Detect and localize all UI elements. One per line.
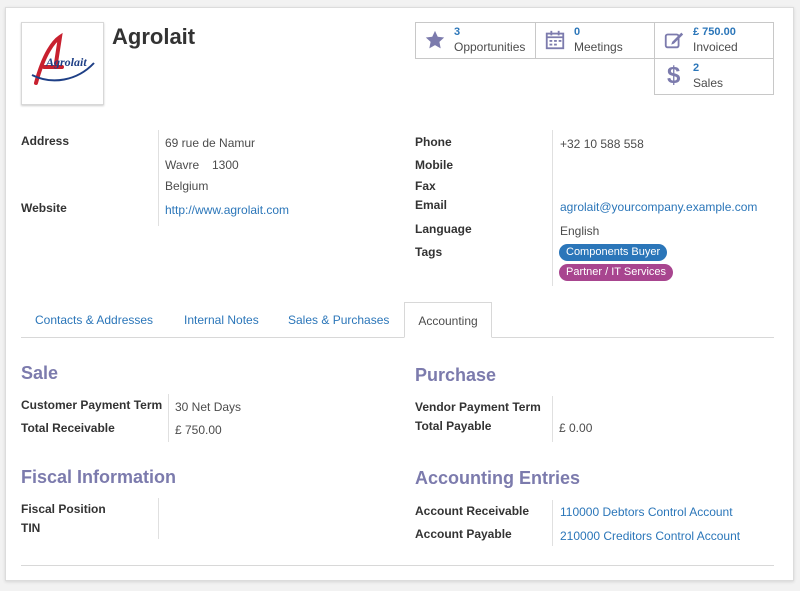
tab-internal-notes[interactable]: Internal Notes: [184, 313, 259, 327]
tin-label: TIN: [21, 521, 41, 535]
dollar-icon: $: [667, 62, 681, 89]
email-label: Email: [415, 198, 448, 212]
address-city[interactable]: Wavre: [165, 158, 199, 172]
address-street[interactable]: 69 rue de Namur: [165, 136, 255, 150]
invoiced-button[interactable]: £ 750.00 Invoiced: [654, 22, 774, 59]
customer-payment-term-value[interactable]: 30 Net Days: [175, 400, 241, 414]
phone-value[interactable]: +32 10 588 558: [560, 137, 644, 151]
account-payable-label: Account Payable: [415, 527, 512, 541]
tab-contacts-addresses[interactable]: Contacts & Addresses: [35, 313, 153, 327]
calendar-icon: [545, 30, 565, 50]
star-icon: [425, 30, 445, 49]
partner-logo[interactable]: Agrolait: [21, 22, 104, 105]
address-zip[interactable]: 1300: [212, 158, 239, 172]
sale-section-title: Sale: [21, 363, 59, 383]
website-label: Website: [21, 201, 67, 215]
account-receivable-label: Account Receivable: [415, 504, 530, 518]
total-receivable-value: £ 750.00: [175, 423, 222, 437]
tab-bar-line: [21, 337, 774, 338]
opportunities-label: Opportunities: [454, 40, 526, 54]
mobile-label: Mobile: [415, 158, 453, 172]
entries-field-separator: [552, 500, 553, 546]
invoiced-amount: £ 750.00: [693, 26, 736, 38]
tags-label: Tags: [415, 245, 443, 259]
phone-label: Phone: [415, 135, 452, 149]
right-field-separator: [552, 130, 553, 286]
meetings-button[interactable]: 0 Meetings: [535, 22, 655, 59]
fiscal-position-label: Fiscal Position: [21, 502, 106, 516]
total-payable-value: £ 0.00: [559, 421, 593, 435]
sales-button[interactable]: $ 2 Sales: [654, 58, 774, 95]
logo-text: Agrolait: [46, 55, 87, 69]
vendor-payment-term-label: Vendor Payment Term: [415, 400, 541, 414]
partner-form-sheet: Agrolait Agrolait 3 Opportunities 0 Meet…: [5, 7, 794, 581]
sale-field-separator: [168, 394, 169, 442]
tag-components-buyer[interactable]: Components Buyer: [559, 244, 668, 261]
tag-partner-it-services[interactable]: Partner / IT Services: [559, 264, 674, 281]
total-payable-label: Total Payable: [415, 419, 492, 433]
address-country[interactable]: Belgium: [165, 179, 208, 193]
fax-label: Fax: [415, 179, 436, 193]
edit-icon: [664, 32, 684, 49]
purchase-section-title: Purchase: [415, 365, 497, 385]
fiscal-field-separator: [158, 498, 159, 539]
tab-sales-purchases[interactable]: Sales & Purchases: [288, 313, 389, 327]
address-label: Address: [21, 134, 70, 148]
sales-label: Sales: [693, 76, 724, 90]
opportunities-button[interactable]: 3 Opportunities: [415, 22, 536, 59]
language-value[interactable]: English: [560, 224, 599, 238]
opportunities-count: 3: [454, 26, 461, 38]
email-link[interactable]: agrolait@yourcompany.example.com: [560, 200, 757, 214]
account-receivable-link[interactable]: 110000 Debtors Control Account: [560, 505, 733, 519]
sales-count: 2: [693, 62, 700, 74]
meetings-count: 0: [574, 26, 581, 38]
purchase-field-separator: [552, 396, 553, 442]
left-field-separator: [158, 130, 159, 226]
total-receivable-label: Total Receivable: [21, 421, 115, 435]
meetings-label: Meetings: [574, 40, 623, 54]
customer-payment-term-label: Customer Payment Term: [21, 398, 163, 412]
accounting-entries-title: Accounting Entries: [415, 468, 581, 488]
invoiced-label: Invoiced: [693, 40, 738, 54]
tab-accounting[interactable]: Accounting: [404, 302, 492, 338]
account-payable-link[interactable]: 210000 Creditors Control Account: [560, 529, 740, 543]
language-label: Language: [415, 222, 472, 236]
bottom-divider: [21, 565, 774, 566]
website-link[interactable]: http://www.agrolait.com: [165, 203, 289, 217]
partner-name: Agrolait: [112, 24, 196, 49]
fiscal-section-title: Fiscal Information: [21, 467, 177, 487]
